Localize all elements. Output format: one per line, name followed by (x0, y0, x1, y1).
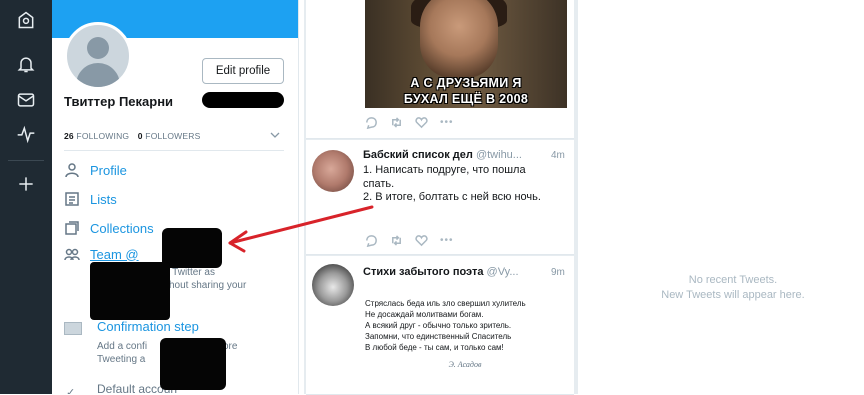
collections-icon (65, 221, 79, 235)
add-column-icon[interactable] (14, 172, 38, 196)
redaction-mark (162, 228, 222, 268)
menu-item-team[interactable]: Team @ (64, 244, 139, 264)
following-label: FOLLOWING (76, 131, 130, 141)
followers-count: 0 (137, 131, 143, 141)
more-icon[interactable]: ••• (440, 235, 454, 246)
redacted-handle (202, 92, 284, 108)
meme-caption-line2: БУХАЛ ЕЩЁ В 2008 (403, 92, 529, 106)
activity-icon[interactable] (14, 122, 38, 146)
retweet-icon[interactable] (390, 116, 403, 129)
poem-line: Не досаждай молитвами богам. (365, 310, 484, 319)
menu-item-confirmation[interactable]: Confirmation step (97, 319, 199, 334)
tweet-text-line2: 2. В итоге, болтать с ней всю ночь. (363, 191, 541, 203)
team-description-line2: ithout sharing your (164, 280, 247, 291)
poem-line: Стряслась беда иль зло свершил хулитель (365, 299, 526, 308)
menu-item-collections[interactable]: Collections (64, 218, 154, 238)
tweet-author-name[interactable]: Бабский список дел (363, 149, 473, 161)
tweet-author-name[interactable]: Стихи забытого поэта (363, 266, 483, 278)
tweet-time[interactable]: 4m (551, 150, 565, 161)
redaction-mark (160, 338, 226, 390)
team-icon (64, 248, 80, 261)
poem-line: Запомни, что единственный Спаситель (365, 332, 512, 341)
avatar[interactable] (64, 22, 132, 90)
confirmation-toggle-icon[interactable] (64, 322, 82, 335)
check-icon: ✓ (66, 387, 76, 394)
menu-item-collections-label: Collections (90, 220, 154, 236)
like-icon[interactable] (415, 116, 428, 129)
tweet-text: 1. Написать подруге, что пошла спать. 2.… (363, 164, 548, 205)
user-icon (65, 163, 79, 178)
confirmation-description-line2a: Tweeting a (97, 354, 146, 365)
navigation-rail (0, 0, 52, 394)
tweet-header: Стихи забытого поэта @Vy... (363, 266, 519, 278)
tweet-time[interactable]: 9m (551, 267, 565, 278)
tweet-header: Бабский список дел @twihu... (363, 149, 522, 161)
meme-caption-line1: А С ДРУЗЬЯМИ Я (410, 76, 522, 90)
tweet-card[interactable]: Бабский список дел @twihu... 4m 1. Напис… (306, 140, 574, 255)
divider (64, 150, 284, 151)
menu-item-profile[interactable]: Profile (64, 160, 127, 180)
poem-line: В любой беде - ты сам, и только сам! (365, 343, 504, 352)
list-icon (65, 192, 79, 206)
confirmation-description-line1a: Add a confi (97, 341, 148, 352)
redaction-mark (90, 262, 170, 320)
notifications-bell-icon[interactable] (14, 52, 38, 76)
meme-image[interactable]: А С ДРУЗЬЯМИ Я БУХАЛ ЕЩЁ В 2008 (365, 0, 567, 108)
reply-icon[interactable] (365, 234, 378, 247)
tweet-avatar[interactable] (312, 150, 354, 192)
retweet-icon[interactable] (390, 234, 403, 247)
tweet-text-line1: 1. Написать подруге, что пошла спать. (363, 164, 526, 190)
reply-icon[interactable] (365, 116, 378, 129)
empty-column-message: No recent Tweets. New Tweets will appear… (620, 273, 846, 303)
empty-column-line2: New Tweets will appear here. (661, 289, 805, 301)
tweet-author-handle[interactable]: @Vy... (487, 266, 519, 278)
tweet-author-handle[interactable]: @twihu... (476, 149, 522, 161)
tweet-actions: ••• (365, 234, 454, 247)
team-description: e Twitter as ithout sharing your (164, 266, 246, 292)
empty-column-line1: No recent Tweets. (688, 274, 778, 286)
tweet-card[interactable]: Стихи забытого поэта @Vy... 9m Стряслась… (306, 256, 574, 395)
menu-item-profile-label: Profile (90, 162, 127, 178)
menu-item-lists-label: Lists (90, 191, 117, 207)
account-drawer: Edit profile Твиттер Пекарни 26 FOLLOWIN… (52, 0, 299, 394)
profile-name: Твиттер Пекарни (64, 94, 174, 109)
tweet-avatar[interactable] (312, 264, 354, 306)
followers-label: FOLLOWERS (145, 131, 201, 141)
like-icon[interactable] (415, 234, 428, 247)
poem-image[interactable]: Стряслась беда иль зло свершил хулитель … (365, 298, 565, 374)
poem-signature: Э. Асадов (448, 360, 482, 369)
messages-icon[interactable] (14, 88, 38, 112)
poem-line: А всякий друг - обычно только зритель. (365, 321, 512, 330)
edit-profile-button[interactable]: Edit profile (202, 58, 284, 84)
menu-item-team-label: Team @ (90, 246, 139, 262)
tweet-actions: ••• (365, 116, 454, 129)
tweet-column: А С ДРУЗЬЯМИ Я БУХАЛ ЕЩЁ В 2008 ••• Бабс… (304, 0, 578, 395)
more-icon[interactable]: ••• (440, 117, 454, 128)
rail-divider (8, 160, 44, 161)
following-count: 26 (64, 131, 74, 141)
menu-item-lists[interactable]: Lists (64, 189, 117, 209)
follow-stats[interactable]: 26 FOLLOWING 0 FOLLOWERS (64, 131, 200, 141)
chevron-down-icon[interactable] (270, 130, 280, 140)
home-icon[interactable] (14, 8, 38, 32)
tweet-card[interactable]: А С ДРУЗЬЯМИ Я БУХАЛ ЕЩЁ В 2008 ••• (306, 0, 574, 139)
